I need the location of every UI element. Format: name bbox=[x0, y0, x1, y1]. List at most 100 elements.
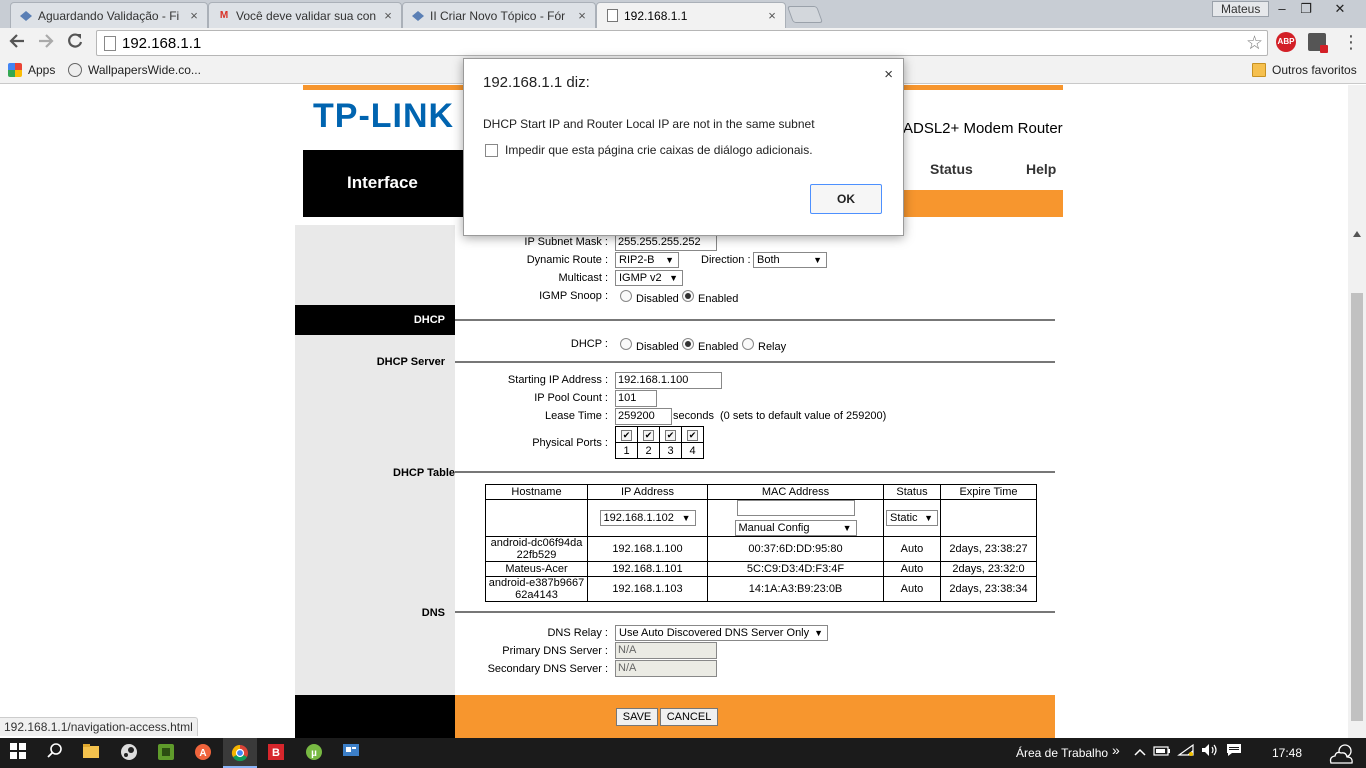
starting-ip-field[interactable]: 192.168.1.100 bbox=[615, 372, 722, 389]
igmp-snoop-label: IGMP Snoop : bbox=[539, 290, 608, 302]
bookmark-apps[interactable]: Apps bbox=[8, 63, 55, 77]
igmp-snoop-disabled-radio[interactable] bbox=[620, 290, 632, 302]
column-header: Expire Time bbox=[940, 484, 1037, 500]
bookmark-star-icon[interactable]: ☆ bbox=[1246, 32, 1263, 55]
suppress-dialogs-label[interactable]: Impedir que esta página crie caixas de d… bbox=[505, 143, 813, 157]
port-1-checkbox[interactable]: ✔ bbox=[621, 429, 632, 441]
status-cell: Auto bbox=[883, 536, 941, 562]
lease-time-field[interactable]: 259200 bbox=[615, 408, 672, 425]
ip-subnet-mask-field[interactable]: 255.255.255.252 bbox=[615, 234, 717, 251]
battery-icon[interactable] bbox=[1152, 743, 1172, 763]
bookmark-wallpaperswide[interactable]: WallpapersWide.co... bbox=[68, 63, 201, 77]
sidebar bbox=[295, 225, 455, 738]
close-window-icon[interactable]: ✕ bbox=[1326, 0, 1354, 18]
tab-gmail[interactable]: M Você deve validar sua con × bbox=[208, 2, 402, 28]
radio-label: Disabled bbox=[636, 341, 679, 353]
chrome-menu-icon[interactable]: ⋮ bbox=[1342, 32, 1360, 52]
port-3-checkbox[interactable]: ✔ bbox=[665, 429, 676, 441]
dropdown-arrow-icon: ▼ bbox=[842, 523, 852, 533]
page-scrollbar[interactable] bbox=[1348, 85, 1366, 738]
volume-icon[interactable] bbox=[1200, 743, 1220, 763]
adblock-plus-icon[interactable]: ABP bbox=[1276, 32, 1296, 52]
status-select[interactable]: Static ▼ bbox=[886, 510, 938, 526]
close-icon[interactable]: × bbox=[884, 66, 893, 83]
primary-dns-field[interactable]: N/A bbox=[615, 642, 717, 659]
tab-aguardando-validacao[interactable]: Aguardando Validação - Fi × bbox=[10, 2, 208, 28]
nav-link-help[interactable]: Help bbox=[1026, 161, 1056, 177]
new-tab-button[interactable] bbox=[786, 6, 824, 23]
suppress-dialogs-checkbox[interactable] bbox=[485, 144, 498, 157]
tab-close-icon[interactable]: × bbox=[187, 8, 201, 23]
dns-section-label: DNS bbox=[421, 607, 445, 619]
ok-button[interactable]: OK bbox=[810, 184, 882, 214]
dropdown-arrow-icon: ▼ bbox=[814, 628, 823, 638]
clock[interactable]: 17:48 bbox=[1272, 746, 1302, 760]
ip-address-select[interactable]: 192.168.1.102 ▼ bbox=[599, 510, 696, 526]
tab-criar-novo-topico[interactable]: II Criar Novo Tópico - Fór × bbox=[402, 2, 596, 28]
port-2-checkbox[interactable]: ✔ bbox=[643, 429, 654, 441]
column-header: MAC Address bbox=[707, 484, 884, 500]
multicast-label: Multicast : bbox=[558, 272, 608, 284]
bitdefender-icon[interactable]: B bbox=[266, 743, 286, 763]
tab-close-icon[interactable]: × bbox=[575, 8, 589, 23]
ip-pool-count-field[interactable]: 101 bbox=[615, 390, 657, 407]
chevron-icon[interactable]: » bbox=[1112, 742, 1120, 758]
restore-icon[interactable]: ❐ bbox=[1292, 0, 1320, 18]
page-icon bbox=[605, 9, 619, 23]
forward-icon[interactable] bbox=[35, 32, 57, 54]
extension-icon[interactable] bbox=[1308, 33, 1328, 53]
chrome-taskbar-icon[interactable] bbox=[223, 738, 257, 768]
dynamic-route-select[interactable]: RIP2-B ▼ bbox=[615, 252, 679, 268]
dhcp-client-table: Hostname IP Address MAC Address Status E… bbox=[485, 484, 1037, 602]
tab-title: Aguardando Validação - Fi bbox=[38, 8, 180, 23]
scroll-up-icon[interactable] bbox=[1353, 231, 1361, 237]
scrollbar-thumb[interactable] bbox=[1351, 293, 1363, 721]
dns-relay-label: DNS Relay : bbox=[547, 627, 608, 639]
ip-cell: 192.168.1.100 bbox=[587, 536, 708, 562]
steam-icon[interactable] bbox=[119, 743, 139, 763]
divider bbox=[455, 471, 1055, 473]
igmp-snoop-enabled-radio[interactable] bbox=[682, 290, 694, 302]
secondary-dns-field[interactable]: N/A bbox=[615, 660, 717, 677]
direction-select[interactable]: Both ▼ bbox=[753, 252, 827, 268]
multicast-select[interactable]: IGMP v2 ▼ bbox=[615, 270, 683, 286]
wifi-icon[interactable] bbox=[1176, 743, 1196, 763]
address-bar[interactable]: 192.168.1.1 ☆ bbox=[96, 30, 1268, 56]
port-4-checkbox[interactable]: ✔ bbox=[687, 429, 698, 441]
desktop-toolbar-label[interactable]: Área de Trabalho bbox=[1016, 746, 1108, 760]
dns-relay-select[interactable]: Use Auto Discovered DNS Server Only ▼ bbox=[615, 625, 828, 641]
reload-icon[interactable] bbox=[64, 32, 86, 54]
control-panel-icon[interactable] bbox=[341, 743, 361, 763]
url-text[interactable]: 192.168.1.1 bbox=[122, 35, 201, 52]
bookmark-other-favorites[interactable]: Outros favoritos bbox=[1252, 63, 1357, 77]
dhcp-section-bar: DHCP bbox=[295, 305, 455, 335]
save-button[interactable]: SAVE bbox=[616, 708, 658, 726]
mac-mode-select[interactable]: Manual Config ▼ bbox=[734, 520, 857, 536]
bookmark-label: WallpapersWide.co... bbox=[88, 63, 201, 77]
nav-link-status[interactable]: Status bbox=[930, 161, 973, 177]
green-app-icon[interactable] bbox=[156, 743, 176, 763]
action-center-icon[interactable] bbox=[1224, 743, 1244, 763]
starting-ip-label: Starting IP Address : bbox=[507, 374, 608, 386]
primary-dns-label: Primary DNS Server : bbox=[502, 645, 608, 657]
windows-start-icon[interactable] bbox=[8, 743, 28, 763]
show-hidden-icons-icon[interactable] bbox=[1130, 743, 1150, 763]
dhcp-disabled-radio[interactable] bbox=[620, 338, 632, 350]
cancel-button[interactable]: CANCEL bbox=[660, 708, 718, 726]
tab-router-active[interactable]: 192.168.1.1 × bbox=[596, 2, 786, 28]
forum-favicon-icon bbox=[411, 9, 425, 23]
file-explorer-icon[interactable] bbox=[81, 743, 101, 763]
tab-close-icon[interactable]: × bbox=[381, 8, 395, 23]
utorrent-icon[interactable]: µ bbox=[304, 743, 324, 763]
back-icon[interactable] bbox=[6, 32, 28, 54]
avast-icon[interactable]: A bbox=[193, 743, 213, 763]
tab-close-icon[interactable]: × bbox=[765, 8, 779, 23]
table-row: android-e387b966762a4143 192.168.1.103 1… bbox=[485, 576, 1037, 602]
port-cell: ✔ bbox=[659, 426, 682, 443]
mac-address-field[interactable] bbox=[736, 500, 855, 516]
search-icon[interactable] bbox=[45, 743, 65, 763]
dhcp-relay-radio[interactable] bbox=[742, 338, 754, 350]
dhcp-enabled-radio[interactable] bbox=[682, 338, 694, 350]
weather-icon[interactable] bbox=[1326, 743, 1358, 764]
profile-button[interactable]: Mateus bbox=[1212, 1, 1270, 17]
